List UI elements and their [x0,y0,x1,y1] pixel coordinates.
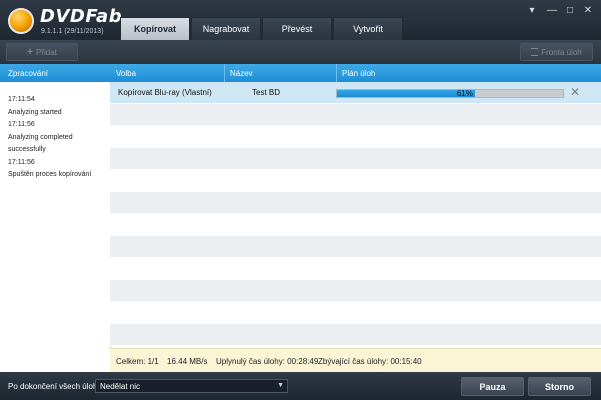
column-divider [336,64,337,82]
log-line: Spuštěn proces kopírování [8,171,92,178]
table-row [110,126,601,148]
table-row [110,280,601,302]
column-header-plan[interactable]: Plán úloh [342,69,375,78]
menu-dropdown-icon[interactable]: ▾ [525,5,539,17]
table-row [110,324,601,346]
task-progress-bar: 61% [336,89,564,98]
after-tasks-value: Nedělat nic [100,381,141,391]
log-line: Analyzing completed successfully [8,133,73,154]
pause-button[interactable]: Pauza [461,377,524,396]
toolbar: + Přidat Fronta úloh [0,40,601,64]
column-header-mode[interactable]: Volba [116,69,136,78]
status-speed: 16.44 MB/s [167,357,208,366]
app-brand: DVDFab [40,6,123,27]
tab-prevest[interactable]: Převést [262,17,332,40]
table-row [110,302,601,324]
title-bar: DVDFab 9.1.1.1 (29/11/2013) Kopírovat Na… [0,0,601,40]
grid-header: Volba Název Plán úloh [110,64,601,82]
minimize-icon[interactable]: — [545,5,559,17]
task-queue-label: Fronta úloh [541,47,582,57]
processing-header: Zpracování [0,64,110,82]
add-button-label: Přidat [35,47,57,57]
tab-vytvorit[interactable]: Vytvořit [333,17,403,40]
log-line: 17:11:54 [8,96,35,103]
status-bar: Celkem: 1/1 16.44 MB/s Uplynulý čas úloh… [110,348,601,373]
app-version: 9.1.1.1 (29/11/2013) [41,28,104,35]
maximize-icon[interactable]: □ [563,5,577,17]
table-row [110,170,601,192]
log-line: Analyzing started [8,108,62,116]
log-line: 17:11:56 [8,158,35,166]
table-row [110,104,601,126]
column-divider [224,64,225,82]
dvdfab-logo-icon [8,8,34,34]
add-button[interactable]: + Přidat [6,43,78,61]
queue-list-icon [531,48,539,56]
close-icon[interactable]: ✕ [581,5,595,17]
task-queue-button[interactable]: Fronta úloh [520,43,593,61]
processing-log: 17:11:54 Analyzing started 17:11:56 Anal… [0,82,110,182]
table-row [110,214,601,236]
task-grid: Volba Název Plán úloh Kopírovat Blu-ray … [110,64,601,372]
chevron-down-icon: ▼ [277,382,284,389]
row-mode: Kopírovat Blu-ray (Vlastní) [118,88,212,97]
cancel-button[interactable]: Storno [528,377,591,396]
task-rows: Kopírovat Blu-ray (Vlastní) Test BD 61% … [110,82,601,347]
tab-kopirovat[interactable]: Kopírovat [120,17,190,40]
table-row [110,148,601,170]
after-tasks-select[interactable]: Nedělat nic ▼ [95,379,288,393]
row-name: Test BD [252,88,281,97]
main-tabs: Kopírovat Nagrabovat Převést Vytvořit [120,17,404,40]
column-header-name[interactable]: Název [230,69,253,78]
progress-fill: 61% [337,89,475,98]
table-row [110,192,601,214]
after-tasks-label: Po dokončení všech úloh: [8,382,100,391]
footer-bar: Po dokončení všech úloh: Nedělat nic ▼ P… [0,372,601,400]
remove-task-icon[interactable]: ✕ [570,85,580,99]
table-row [110,236,601,258]
log-line: 17:11:56 [8,121,35,128]
progress-label: 61% [456,89,473,98]
status-total: Celkem: 1/1 [116,357,159,366]
status-elapsed: Uplynulý čas úlohy: 00:28:49 [216,357,319,366]
table-row[interactable]: Kopírovat Blu-ray (Vlastní) Test BD 61% … [110,82,601,104]
processing-panel: Zpracování 17:11:54 Analyzing started 17… [0,64,111,372]
plus-icon: + [27,46,33,58]
status-remaining: Zbývající čas úlohy: 00:15:40 [318,357,422,366]
table-row [110,258,601,280]
tab-nagrabovat[interactable]: Nagrabovat [191,17,261,40]
